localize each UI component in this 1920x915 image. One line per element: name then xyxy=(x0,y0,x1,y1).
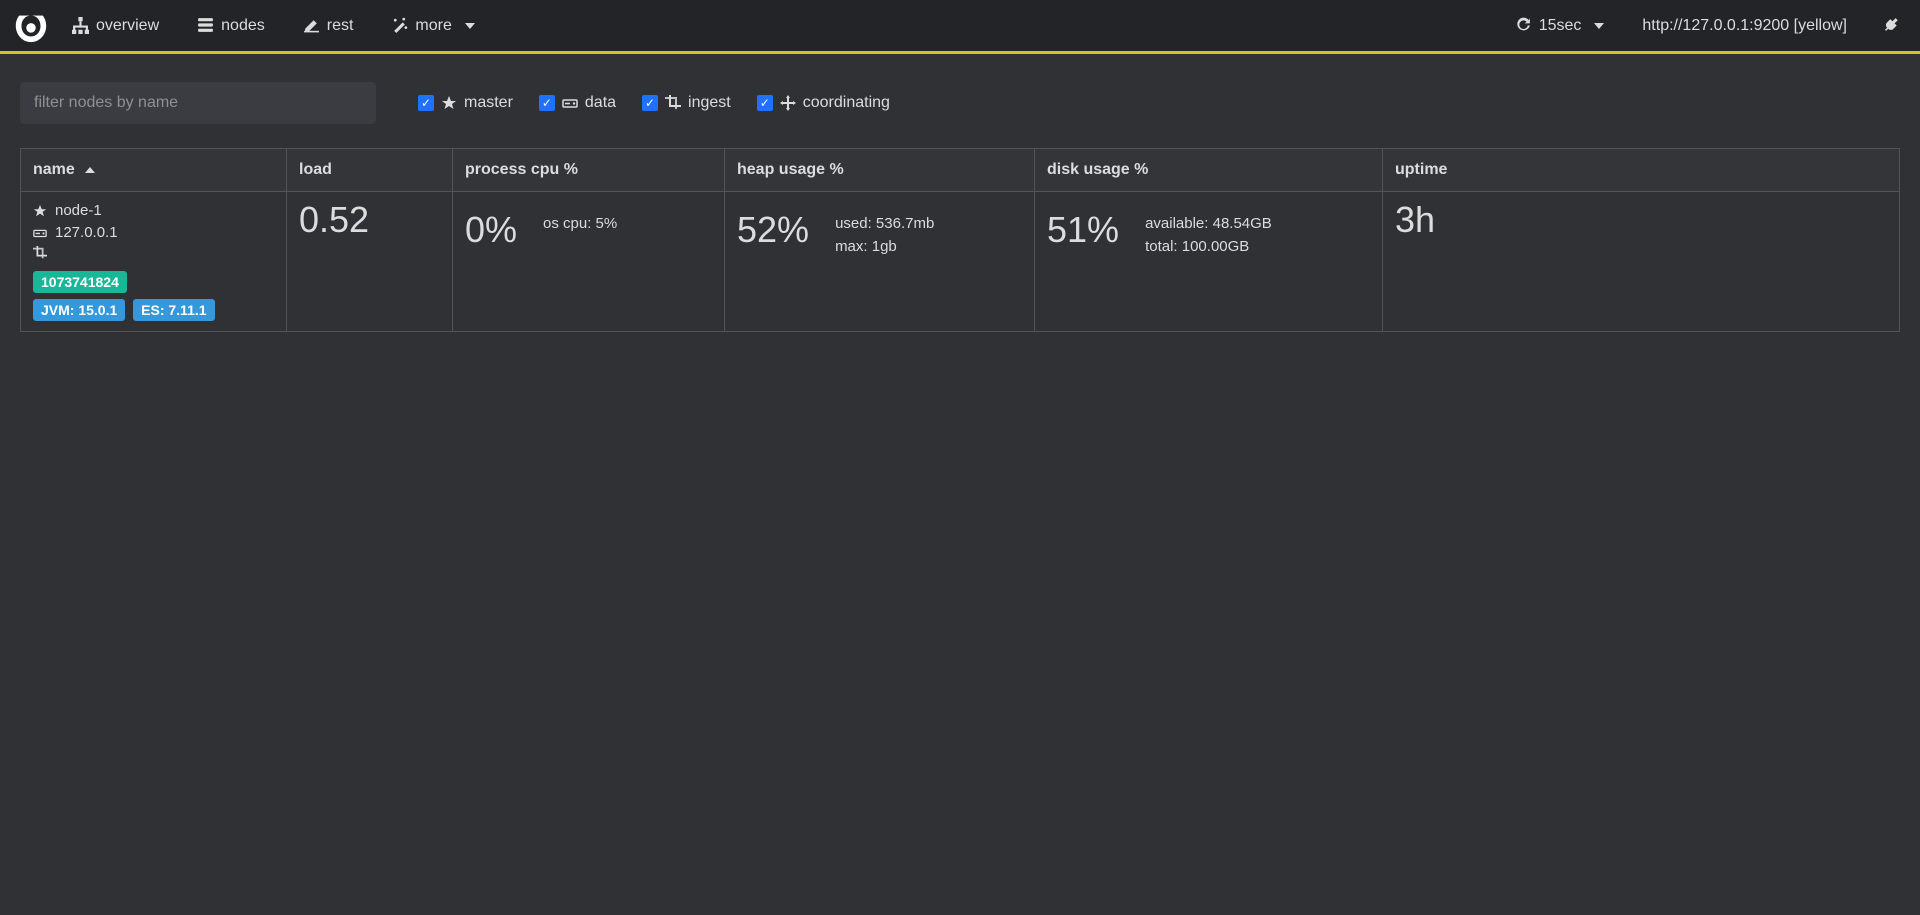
hdd-icon xyxy=(562,95,578,111)
disk-total: total: 100.00GB xyxy=(1145,238,1272,255)
th-uptime-label: uptime xyxy=(1395,161,1447,178)
database-icon xyxy=(197,17,214,34)
app-logo[interactable] xyxy=(12,7,50,45)
th-load-label: load xyxy=(299,161,332,178)
th-name-label: name xyxy=(33,161,75,178)
filter-nodes-input[interactable] xyxy=(20,82,376,124)
disk-value: 51% xyxy=(1047,212,1119,248)
checkbox-checked-icon: ✓ xyxy=(757,95,773,111)
crop-icon xyxy=(665,95,681,111)
magic-icon xyxy=(391,17,408,34)
nav-nodes[interactable]: nodes xyxy=(197,17,265,35)
node-name-line: node-1 xyxy=(33,202,274,219)
refresh-interval[interactable]: 15sec xyxy=(1515,17,1605,35)
page-body: ✓ master ✓ data ✓ ingest ✓ coordinating xyxy=(0,54,1920,360)
heap-used: used: 536.7mb xyxy=(835,215,934,232)
nav-rest[interactable]: rest xyxy=(303,17,354,35)
th-heap[interactable]: heap usage % xyxy=(725,149,1035,192)
th-disk-label: disk usage % xyxy=(1047,161,1148,178)
th-uptime[interactable]: uptime xyxy=(1383,149,1900,192)
cpu-os: os cpu: 5% xyxy=(543,215,617,232)
filter-master[interactable]: ✓ master xyxy=(418,94,513,112)
star-icon xyxy=(441,95,457,111)
cell-heap: 52% used: 536.7mb max: 1gb xyxy=(725,192,1035,332)
plug-icon xyxy=(1885,17,1902,34)
logo-icon xyxy=(12,7,50,45)
nav-more-label: more xyxy=(415,17,451,35)
cluster-url[interactable]: http://127.0.0.1:9200 [yellow] xyxy=(1642,17,1847,35)
th-cpu-label: process cpu % xyxy=(465,161,578,178)
node-ip: 127.0.0.1 xyxy=(55,224,118,241)
navbar: overview nodes rest more 15sec http://12… xyxy=(0,0,1920,54)
badge-id: 1073741824 xyxy=(33,271,127,293)
checkbox-checked-icon: ✓ xyxy=(642,95,658,111)
filter-coordinating[interactable]: ✓ coordinating xyxy=(757,94,890,112)
edit-icon xyxy=(303,17,320,34)
cell-uptime: 3h xyxy=(1383,192,1900,332)
cluster-url-label: http://127.0.0.1:9200 [yellow] xyxy=(1642,17,1847,35)
node-ip-line: 127.0.0.1 xyxy=(33,224,274,241)
caret-down-icon xyxy=(465,23,475,29)
checkbox-checked-icon: ✓ xyxy=(418,95,434,111)
sort-asc-icon xyxy=(85,167,95,173)
star-icon xyxy=(33,204,47,218)
nav-more[interactable]: more xyxy=(391,17,474,35)
heap-value: 52% xyxy=(737,212,809,248)
nav-nodes-label: nodes xyxy=(221,17,265,35)
badge-jvm: JVM: 15.0.1 xyxy=(33,299,125,321)
filter-data[interactable]: ✓ data xyxy=(539,94,616,112)
nav-right: 15sec http://127.0.0.1:9200 [yellow] xyxy=(1515,17,1902,35)
refresh-interval-label: 15sec xyxy=(1539,17,1582,35)
crop-icon xyxy=(33,246,47,260)
nodes-table: name load process cpu % heap usage % dis… xyxy=(20,148,1900,332)
th-disk[interactable]: disk usage % xyxy=(1035,149,1383,192)
nav-overview[interactable]: overview xyxy=(72,17,159,35)
badge-es: ES: 7.11.1 xyxy=(133,299,214,321)
th-name[interactable]: name xyxy=(21,149,287,192)
filter-master-label: master xyxy=(464,94,513,112)
caret-down-icon xyxy=(1594,23,1604,29)
th-load[interactable]: load xyxy=(287,149,453,192)
nav-overview-label: overview xyxy=(96,17,159,35)
cell-disk: 51% available: 48.54GB total: 100.00GB xyxy=(1035,192,1383,332)
move-icon xyxy=(780,95,796,111)
uptime-value: 3h xyxy=(1395,202,1887,238)
refresh-icon xyxy=(1515,17,1532,34)
connect-button[interactable] xyxy=(1885,17,1902,34)
cell-name: node-1 127.0.0.1 1073741824 JVM: 15.0.1 xyxy=(21,192,287,332)
th-cpu[interactable]: process cpu % xyxy=(453,149,725,192)
role-filters: ✓ master ✓ data ✓ ingest ✓ coordinating xyxy=(418,94,890,112)
nav-links: overview nodes rest more xyxy=(72,17,475,35)
checkbox-checked-icon: ✓ xyxy=(539,95,555,111)
table-row: node-1 127.0.0.1 1073741824 JVM: 15.0.1 xyxy=(21,192,1900,332)
filter-ingest-label: ingest xyxy=(688,94,731,112)
node-ingest-line xyxy=(33,246,274,260)
filter-ingest[interactable]: ✓ ingest xyxy=(642,94,731,112)
nav-rest-label: rest xyxy=(327,17,354,35)
th-heap-label: heap usage % xyxy=(737,161,844,178)
cell-load: 0.52 xyxy=(287,192,453,332)
cpu-value: 0% xyxy=(465,212,517,248)
hdd-icon xyxy=(33,226,47,240)
filter-data-label: data xyxy=(585,94,616,112)
cell-cpu: 0% os cpu: 5% xyxy=(453,192,725,332)
node-name: node-1 xyxy=(55,202,102,219)
sitemap-icon xyxy=(72,17,89,34)
filter-coordinating-label: coordinating xyxy=(803,94,890,112)
filter-row: ✓ master ✓ data ✓ ingest ✓ coordinating xyxy=(20,82,1900,124)
disk-available: available: 48.54GB xyxy=(1145,215,1272,232)
table-head-row: name load process cpu % heap usage % dis… xyxy=(21,149,1900,192)
heap-max: max: 1gb xyxy=(835,238,934,255)
load-value: 0.52 xyxy=(299,202,440,238)
